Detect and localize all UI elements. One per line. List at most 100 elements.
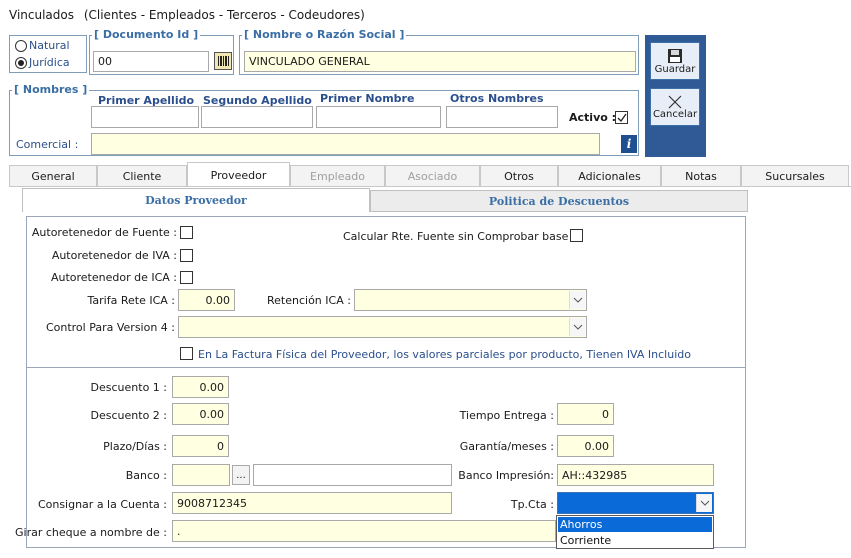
subtab-datos[interactable]: Datos Proveedor bbox=[22, 188, 370, 212]
otros-nombres-label: Otros Nombres bbox=[450, 92, 544, 105]
window-subtitle: (Clientes - Empleados - Terceros - Codeu… bbox=[83, 8, 365, 22]
activo-label: Activo : bbox=[569, 111, 617, 124]
control-version-label: Control Para Version 4 : bbox=[45, 321, 175, 334]
chevron-down-icon bbox=[569, 318, 585, 336]
tab-sucursales[interactable]: Sucursales bbox=[741, 165, 849, 187]
control-version-select[interactable] bbox=[178, 316, 587, 338]
banco-impresion-label: Banco Impresión: bbox=[458, 469, 554, 482]
factura-iva-checkbox[interactable] bbox=[180, 347, 193, 360]
tab-adicionales[interactable]: Adicionales bbox=[558, 165, 661, 187]
tiempo-entrega-input[interactable]: 0 bbox=[557, 403, 614, 425]
tab-adicionales-label: Adicionales bbox=[578, 170, 641, 183]
retencion-ica-select[interactable] bbox=[354, 289, 587, 311]
garantia-input[interactable]: 0.00 bbox=[557, 435, 614, 457]
nombres-legend: [ Nombres ] bbox=[12, 83, 90, 96]
person-type-group: Natural Jurídica bbox=[9, 35, 87, 73]
radio-juridica-icon bbox=[15, 56, 27, 69]
tab-sucursales-label: Sucursales bbox=[765, 170, 825, 183]
tab-otros-label: Otros bbox=[504, 170, 534, 183]
tp-cta-select[interactable] bbox=[557, 492, 714, 514]
subtab-politica[interactable]: Politica de Descuentos bbox=[370, 190, 748, 212]
actions-panel: Guardar Cancelar bbox=[645, 35, 706, 157]
documento-input[interactable]: 00 bbox=[93, 51, 209, 72]
close-x-icon bbox=[668, 95, 682, 108]
segundo-apellido-input[interactable] bbox=[201, 106, 313, 128]
radio-natural-label: Natural bbox=[29, 39, 70, 52]
nombre-input[interactable]: VINCULADO GENERAL bbox=[244, 51, 636, 72]
cancelar-label: Cancelar bbox=[652, 108, 698, 120]
primer-nombre-input[interactable] bbox=[316, 106, 441, 128]
tab-cliente[interactable]: Cliente bbox=[97, 165, 187, 187]
tab-asociado[interactable]: Asociado bbox=[385, 165, 480, 187]
banco-input[interactable] bbox=[172, 464, 230, 486]
chevron-down-icon bbox=[696, 494, 712, 512]
tab-cliente-label: Cliente bbox=[122, 170, 162, 183]
tarifa-rete-ica-input[interactable]: 0.00 bbox=[178, 289, 235, 311]
descuento2-input[interactable]: 0.00 bbox=[172, 403, 229, 425]
tp-cta-option-corriente-label: Corriente bbox=[560, 534, 612, 547]
retencion-ica-label: Retención ICA : bbox=[267, 294, 351, 307]
barcode-icon bbox=[218, 56, 229, 66]
descuento1-label: Descuento 1 : bbox=[90, 381, 167, 394]
tab-general[interactable]: General bbox=[9, 165, 97, 187]
radio-juridica-label: Jurídica bbox=[29, 56, 70, 69]
radio-juridica[interactable]: Jurídica bbox=[15, 56, 70, 69]
activo-checkbox[interactable] bbox=[615, 111, 628, 124]
primer-apellido-input[interactable] bbox=[91, 106, 199, 128]
tp-cta-label: Tp.Cta : bbox=[510, 498, 554, 511]
tab-otros[interactable]: Otros bbox=[480, 165, 558, 187]
tab-notas[interactable]: Notas bbox=[661, 165, 741, 187]
banco-impresion-input[interactable]: AH::432985 bbox=[557, 464, 714, 486]
consignar-label: Consignar a la Cuenta : bbox=[37, 498, 167, 511]
documento-group: [ Documento Id ] 00 bbox=[89, 28, 234, 75]
descuento2-label: Descuento 2 : bbox=[90, 409, 167, 422]
checkmark-icon bbox=[617, 113, 627, 122]
info-button[interactable]: i bbox=[621, 135, 637, 153]
guardar-label: Guardar bbox=[654, 63, 696, 75]
tp-cta-option-corriente[interactable]: Corriente bbox=[558, 533, 712, 548]
autoret-iva-label: Autoretenedor de IVA : bbox=[51, 249, 177, 262]
girar-cheque-input[interactable]: . bbox=[172, 520, 556, 542]
comercial-input[interactable] bbox=[91, 133, 600, 155]
cancelar-button[interactable]: Cancelar bbox=[650, 88, 700, 126]
window-title: Vinculados (Clientes - Empleados - Terce… bbox=[9, 8, 365, 22]
subtab-datos-label: Datos Proveedor bbox=[145, 194, 247, 207]
calcular-rte-label: Calcular Rte. Fuente sin Comprobar base … bbox=[343, 230, 576, 243]
subtab-politica-label: Politica de Descuentos bbox=[488, 194, 630, 208]
tab-empleado-label: Empleado bbox=[310, 170, 365, 183]
chevron-down-icon bbox=[569, 291, 585, 309]
radio-natural[interactable]: Natural bbox=[15, 39, 70, 52]
comercial-label: Comercial : bbox=[16, 138, 79, 151]
garantia-label: Garantía/meses : bbox=[459, 440, 554, 453]
factura-iva-label: En La Factura Física del Proveedor, los … bbox=[198, 348, 691, 361]
tab-general-label: General bbox=[31, 170, 75, 183]
tp-cta-option-ahorros[interactable]: Ahorros bbox=[558, 517, 712, 532]
girar-cheque-label: Girar cheque a nombre de : bbox=[14, 526, 167, 539]
documento-legend: [ Documento Id ] bbox=[92, 28, 201, 41]
nombre-group: [ Nombre o Razón Social ] VINCULADO GENE… bbox=[239, 28, 639, 75]
tab-notas-label: Notas bbox=[685, 170, 717, 183]
calcular-rte-checkbox[interactable] bbox=[570, 229, 583, 242]
tab-proveedor[interactable]: Proveedor bbox=[187, 162, 290, 187]
plazo-input[interactable]: 0 bbox=[172, 435, 229, 457]
guardar-button[interactable]: Guardar bbox=[650, 42, 700, 80]
plazo-label: Plazo/Días : bbox=[103, 440, 167, 453]
window-title-text: Vinculados bbox=[9, 8, 74, 22]
datos-proveedor-group: Autoretenedor de Fuente : Autoretenedor … bbox=[26, 216, 746, 368]
nombre-legend: [ Nombre o Razón Social ] bbox=[242, 28, 407, 41]
barcode-button[interactable] bbox=[214, 52, 232, 70]
tarifa-rete-ica-label: Tarifa Rete ICA : bbox=[87, 294, 175, 307]
primer-nombre-label: Primer Nombre bbox=[320, 92, 415, 105]
nombres-group: [ Nombres ] Primer Apellido Segundo Apel… bbox=[9, 83, 639, 156]
banco-lookup-button[interactable]: ... bbox=[232, 465, 250, 485]
descuento1-input[interactable]: 0.00 bbox=[172, 376, 229, 398]
info-icon: i bbox=[626, 137, 632, 151]
radio-natural-icon bbox=[15, 39, 27, 52]
otros-nombres-input[interactable] bbox=[446, 106, 558, 128]
autoret-iva-checkbox[interactable] bbox=[180, 249, 193, 262]
autoret-ica-checkbox[interactable] bbox=[180, 271, 193, 284]
tab-empleado[interactable]: Empleado bbox=[290, 165, 385, 187]
tab-proveedor-label: Proveedor bbox=[210, 168, 267, 182]
tp-cta-option-ahorros-label: Ahorros bbox=[560, 518, 603, 531]
autoret-fuente-checkbox[interactable] bbox=[180, 226, 193, 239]
